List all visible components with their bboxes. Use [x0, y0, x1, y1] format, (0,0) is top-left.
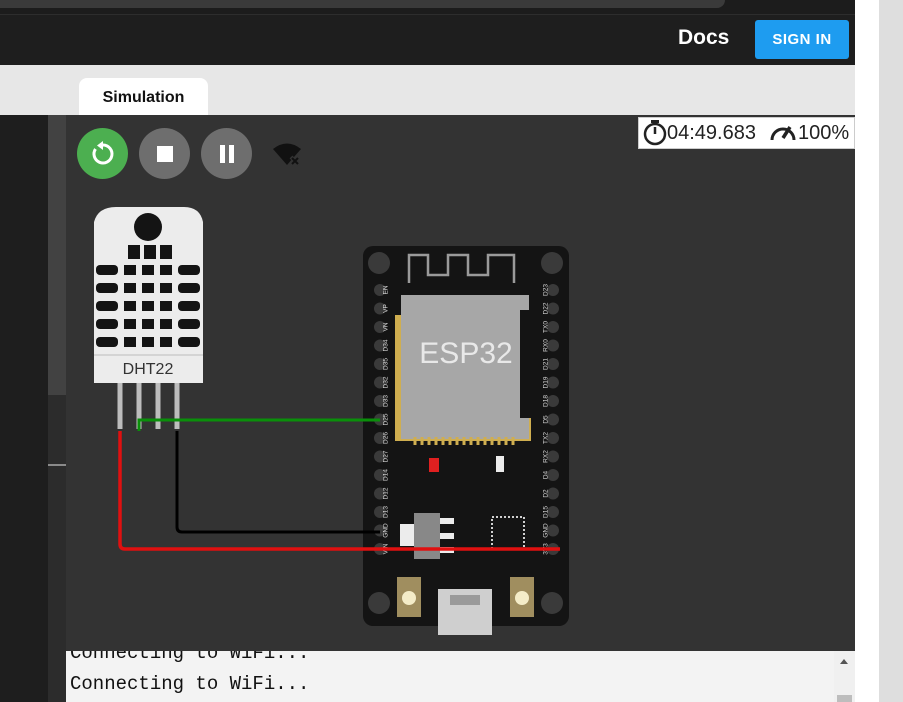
esp32-pin-label: D14	[383, 469, 390, 481]
docs-link[interactable]: Docs	[678, 26, 729, 50]
esp32-pin-label: D2	[543, 489, 550, 498]
editor-tab-strip	[0, 65, 66, 115]
sign-in-button[interactable]: SIGN IN	[755, 20, 849, 59]
serial-monitor[interactable]: Connecting to WiFi... Connecting to WiFi…	[66, 651, 855, 702]
esp32-pin-label: D35	[383, 358, 390, 370]
esp32-pin-label: D18	[543, 395, 550, 407]
console-line: Connecting to WiFi...	[70, 673, 310, 695]
esp32-pin-label: TX2	[543, 432, 550, 444]
esp32-pin-label: D34	[383, 339, 390, 351]
esp32-pin-label: D5	[543, 415, 550, 424]
esp32-pin-label: RX2	[543, 450, 550, 463]
esp32-pin-label: D12	[383, 487, 390, 499]
esp32-pin-label: EN	[383, 285, 390, 294]
esp32-pin-label: D13	[383, 506, 390, 518]
esp32-pin-label: TX0	[543, 321, 550, 333]
scroll-up-icon[interactable]	[834, 651, 855, 702]
esp32-pin-label: GND	[383, 523, 390, 538]
console-scrollbar[interactable]	[834, 651, 855, 702]
esp32-pin-label: D27	[383, 450, 390, 462]
esp32-pin-label: VP	[383, 304, 390, 313]
wire-ground[interactable]	[175, 431, 380, 534]
circuit-diagram: ESP32 EN VP VN D34 D35 D32 D33 D25 D26 D27 D14 D12 D…	[94, 207, 569, 635]
esp32-pin-label: D26	[383, 432, 390, 444]
esp32-board[interactable]: ESP32 EN VP VN D34 D35 D32 D33 D25 D26 D27 D14 D12 D…	[363, 246, 569, 635]
esp32-pin-label: D15	[543, 506, 550, 518]
esp32-pin-label: D19	[543, 376, 550, 388]
browser-top-strip	[0, 0, 855, 14]
esp32-pin-label: D33	[383, 395, 390, 407]
page-scrollbar[interactable]	[879, 0, 903, 702]
code-editor-panel	[0, 65, 66, 702]
right-gutter	[855, 0, 903, 702]
esp32-pin-label: D22	[543, 302, 550, 314]
editor-scrollbar-thumb[interactable]	[48, 115, 66, 395]
esp32-label: ESP32	[419, 337, 512, 370]
dht22-label: DHT22	[123, 361, 174, 378]
simulation-tab-bar: Simulation	[66, 65, 855, 115]
status-led	[429, 458, 439, 472]
esp32-pin-label: D25	[383, 413, 390, 425]
esp32-pin-label: D23	[543, 284, 550, 296]
esp32-pin-label: GND	[543, 523, 550, 538]
esp32-pin-label: RX0	[543, 339, 550, 352]
panel-divider[interactable]	[48, 464, 66, 466]
esp32-pin-label: D32	[383, 376, 390, 388]
esp32-pin-label: D21	[543, 358, 550, 370]
dht22-sensor[interactable]: DHT22	[94, 207, 203, 429]
url-bar-remnant	[0, 0, 725, 8]
console-line: Connecting to WiFi...	[70, 651, 310, 664]
top-navbar: Docs SIGN IN	[0, 14, 855, 65]
simulation-canvas[interactable]: 04:49.683 100% ESP32 EN VP VN D34 D35 D32 D33 D…	[66, 115, 855, 651]
esp32-pin-label: VN	[383, 322, 390, 331]
tab-simulation[interactable]: Simulation	[79, 78, 208, 115]
esp32-pin-label: D4	[543, 470, 550, 479]
